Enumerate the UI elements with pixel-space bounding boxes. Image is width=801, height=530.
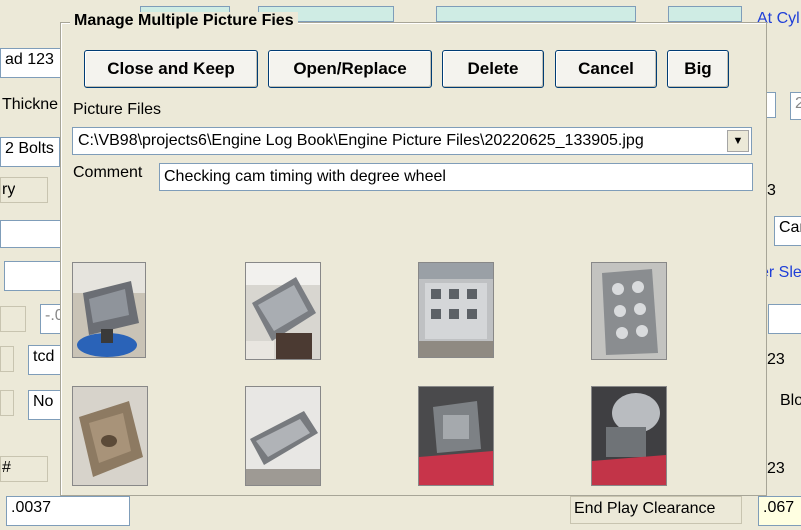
picture-files-combo[interactable]: C:\VB98\projects6\Engine Log Book\Engine…: [72, 127, 752, 155]
right-blank-field[interactable]: [768, 304, 801, 334]
big-button[interactable]: Big: [667, 50, 729, 88]
comment-label: Comment: [73, 164, 143, 181]
top-teal-field-3[interactable]: [436, 6, 636, 22]
picture-files-label: Picture Files: [73, 101, 162, 118]
thumbnail-2[interactable]: [245, 262, 321, 360]
ad-field[interactable]: ad 123: [0, 48, 64, 78]
blo-label: Blo: [780, 392, 801, 409]
minus-field[interactable]: -.0: [40, 304, 62, 334]
value-067-field[interactable]: .067: [758, 496, 801, 526]
tcd-field[interactable]: tcd: [28, 345, 62, 375]
no-field[interactable]: No: [28, 390, 62, 420]
thumbnail-4[interactable]: [591, 262, 667, 360]
end-play-label: End Play Clearance: [574, 500, 716, 517]
thumbnail-8[interactable]: [591, 386, 667, 486]
blank-field-left-2[interactable]: [4, 261, 62, 291]
blank-field-left[interactable]: [0, 220, 62, 248]
thickness-label: Thickne: [2, 96, 59, 113]
right-field-top[interactable]: [766, 92, 776, 118]
car-field[interactable]: Car: [774, 216, 801, 246]
label-3: 3: [767, 182, 776, 199]
thumbnail-6[interactable]: [245, 386, 321, 486]
thumbnail-7[interactable]: [418, 386, 494, 486]
thumbnail-3[interactable]: [418, 262, 494, 358]
value-2-field[interactable]: 2: [790, 92, 801, 120]
bolts-field[interactable]: 2 Bolts: [0, 137, 60, 167]
cancel-button[interactable]: Cancel: [555, 50, 657, 88]
gray-box-left-2: [0, 346, 14, 372]
gray-box-left: [0, 306, 26, 332]
top-teal-field-4[interactable]: [668, 6, 742, 22]
thumbnail-1[interactable]: [72, 262, 146, 358]
hash-label: #: [2, 459, 11, 476]
gray-box-left-3: [0, 390, 14, 416]
close-and-keep-button[interactable]: Close and Keep: [84, 50, 258, 88]
label-23a: 23: [767, 351, 785, 368]
selected-file-text: C:\VB98\projects6\Engine Log Book\Engine…: [78, 132, 644, 149]
delete-button[interactable]: Delete: [442, 50, 544, 88]
dialog-title: Manage Multiple Picture Fies: [70, 12, 298, 30]
label-23b: 23: [767, 460, 785, 477]
dropdown-arrow-icon[interactable]: ▼: [727, 130, 749, 152]
thumbnail-5[interactable]: [72, 386, 148, 486]
comment-input[interactable]: [159, 163, 753, 191]
ry-label: ry: [2, 181, 16, 198]
open-replace-button[interactable]: Open/Replace: [268, 50, 432, 88]
value-0037-field[interactable]: .0037: [6, 496, 130, 526]
